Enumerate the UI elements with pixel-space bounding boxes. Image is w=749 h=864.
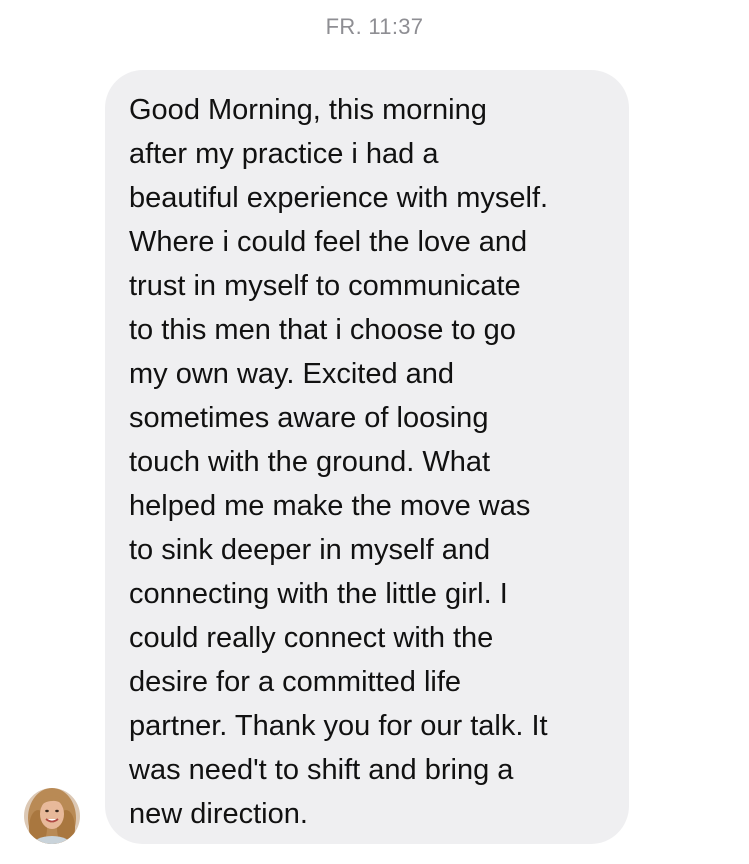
message-line: sometimes aware of loosing <box>129 402 489 434</box>
message-line: to this men that i choose to go <box>129 314 516 346</box>
message-line: was need't to shift and bring a <box>129 754 514 786</box>
profile-photo-icon <box>24 788 80 844</box>
message-bubble[interactable]: Good Morning, this morning after my prac… <box>105 70 629 844</box>
message-line: Good Morning, this morning <box>129 94 487 126</box>
received-message-row: Good Morning, this morning after my prac… <box>0 70 749 864</box>
message-line: could really connect with the <box>129 622 494 654</box>
message-timestamp: FR. 11:37 <box>325 14 424 39</box>
message-text: Good Morning, this morning after my prac… <box>129 88 615 836</box>
message-line: new direction. <box>129 798 308 830</box>
message-line: helped me make the move was <box>129 490 531 522</box>
message-line: to sink deeper in myself and <box>129 534 491 566</box>
message-line: connecting with the little girl. I <box>129 578 508 610</box>
message-line: Where i could feel the love and <box>129 226 528 258</box>
message-line: desire for a committed life <box>129 666 462 698</box>
message-line: partner. Thank you for our talk. It <box>129 710 548 742</box>
message-line: touch with the ground. What <box>129 446 491 478</box>
message-line: trust in myself to communicate <box>129 270 521 302</box>
sender-avatar[interactable] <box>24 788 80 844</box>
message-line: my own way. Excited and <box>129 358 455 390</box>
message-line: after my practice i had a <box>129 138 439 170</box>
message-line: beautiful experience with myself. <box>129 182 549 214</box>
